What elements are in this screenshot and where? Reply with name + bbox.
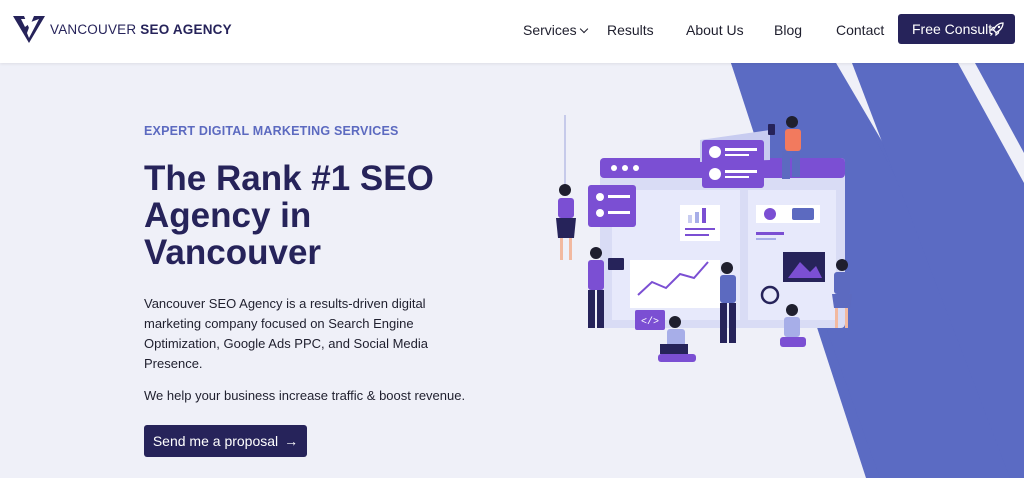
- logo-mark-icon: [13, 16, 45, 43]
- nav-services[interactable]: Services: [523, 22, 588, 38]
- brand-name: VANCOUVER SEO AGENCY: [50, 22, 232, 37]
- nav-services-label: Services: [523, 22, 577, 38]
- nav-blog[interactable]: Blog: [774, 22, 802, 38]
- hero-kicker: EXPERT DIGITAL MARKETING SERVICES: [144, 124, 399, 138]
- site-header: VANCOUVER SEO AGENCY Services Results Ab…: [0, 0, 1024, 63]
- send-proposal-label: Send me a proposal: [152, 433, 279, 449]
- free-consult-button[interactable]: Free Consult: [898, 14, 1015, 44]
- hero-title: The Rank #1 SEO Agency in Vancouver: [144, 159, 434, 272]
- nav-contact[interactable]: Contact: [836, 22, 884, 38]
- send-proposal-button[interactable]: Send me a proposal →: [144, 425, 307, 457]
- brand-name-bold: SEO AGENCY: [136, 21, 232, 37]
- free-consult-label: Free Consult: [912, 21, 993, 37]
- chevron-down-icon: [579, 24, 588, 34]
- hero-subtext: We help your business increase traffic &…: [144, 388, 466, 403]
- nav-about-us[interactable]: About Us: [686, 22, 744, 38]
- svg-text:</>: </>: [641, 316, 659, 328]
- arrow-right-icon: →: [284, 433, 299, 449]
- brand-name-thin: VANCOUVER: [50, 21, 137, 37]
- hero-illustration: </>: [556, 115, 852, 362]
- nav-results[interactable]: Results: [607, 22, 654, 38]
- rocket-icon: [989, 22, 1004, 37]
- logo[interactable]: VANCOUVER SEO AGENCY: [12, 14, 232, 44]
- hero-description: Vancouver SEO Agency is a results-driven…: [144, 296, 428, 371]
